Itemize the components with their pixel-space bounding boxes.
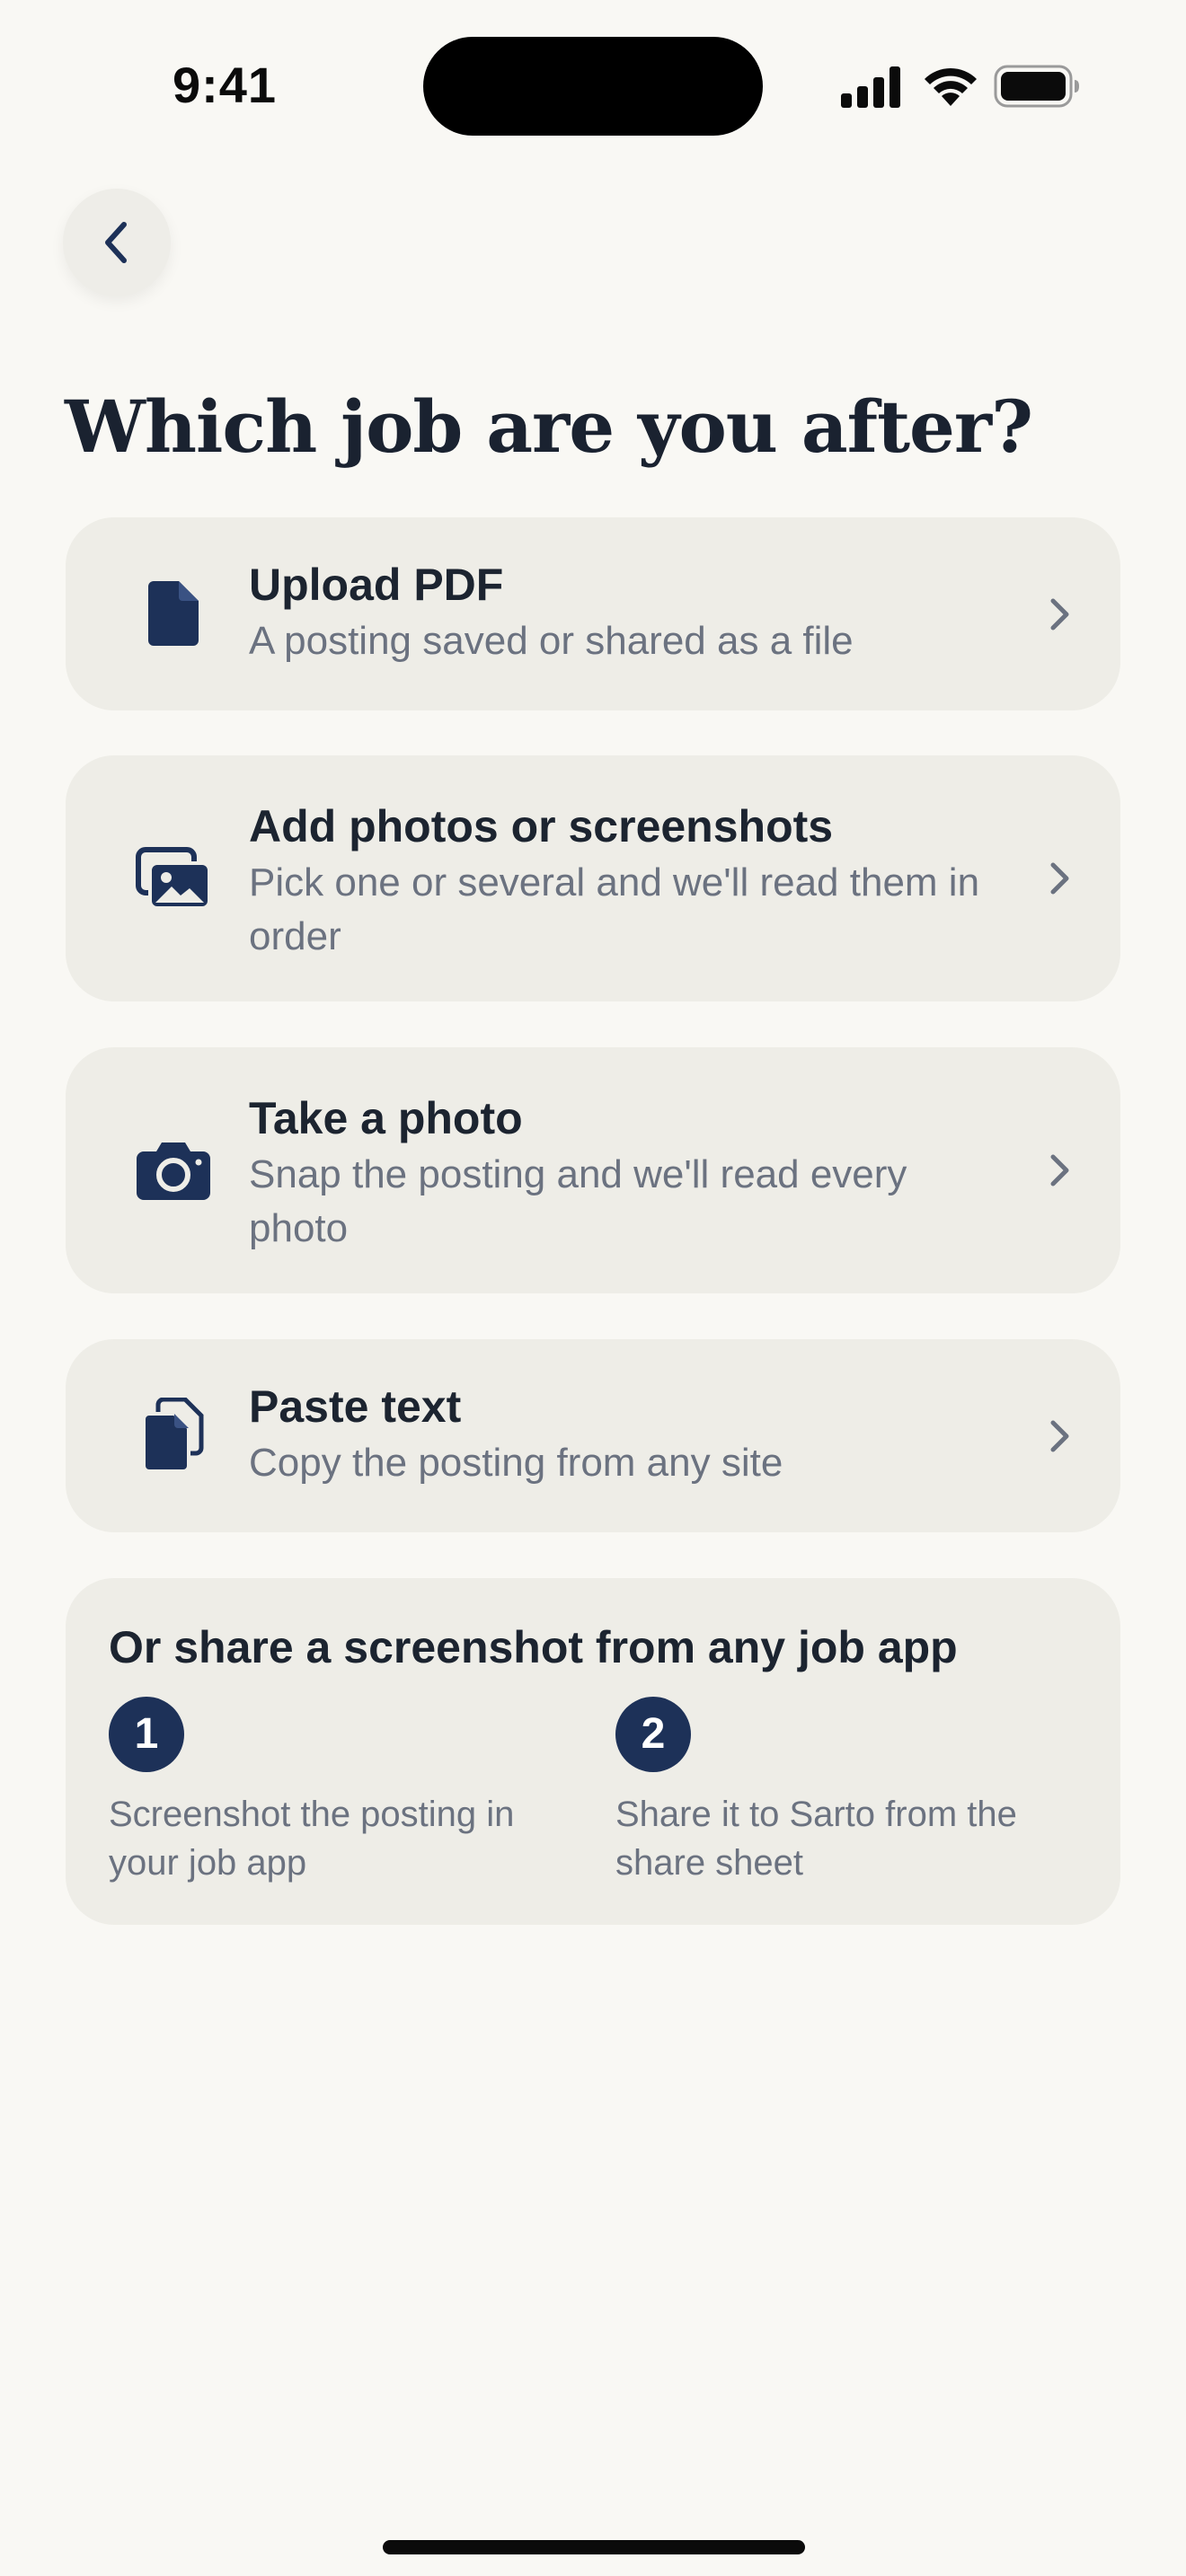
option-subtitle: Pick one or several and we'll read them … [249,860,980,958]
paste-icon [119,1381,227,1489]
share-instructions-panel: Or share a screenshot from any job app 1… [66,1578,1120,1925]
home-indicator[interactable] [383,2540,805,2554]
chevron-right-icon [1050,1420,1069,1452]
option-title: Paste text [249,1381,462,1432]
share-title: Or share a screenshot from any job app [109,1622,958,1672]
status-icons [839,63,1080,110]
take-photo-option[interactable]: Take a photo Snap the posting and we'll … [66,1047,1120,1293]
add-photos-option[interactable]: Add photos or screenshots Pick one or se… [66,755,1120,1001]
step-text: Screenshot the posting in your job app [109,1795,515,1883]
page-title: Which job are you after? [65,384,1033,469]
option-subtitle: Copy the posting from any site [249,1441,783,1485]
share-step: 1 Screenshot the posting in your job app [109,1697,558,1887]
paste-text-option[interactable]: Paste text Copy the posting from any sit… [66,1339,1120,1532]
chevron-right-icon [1050,862,1069,895]
step-text: Share it to Sarto from the share sheet [615,1795,1017,1883]
option-subtitle: A posting saved or shared as a file [249,619,854,663]
cellular-signal-icon [841,66,900,108]
dynamic-island [423,37,763,136]
battery-icon [994,65,1079,108]
chevron-right-icon [1050,598,1069,631]
photo-stack-icon [119,825,227,932]
back-button[interactable] [63,189,171,296]
option-subtitle: Snap the posting and we'll read every ph… [249,1152,907,1250]
wifi-icon [925,67,977,106]
share-step: 2 Share it to Sarto from the share sheet [615,1697,1065,1887]
camera-icon [119,1116,227,1224]
option-title: Take a photo [249,1093,523,1143]
option-title: Upload PDF [249,560,504,610]
upload-pdf-option[interactable]: Upload PDF A posting saved or shared as … [66,517,1120,710]
step-number-badge: 2 [615,1697,691,1772]
option-title: Add photos or screenshots [249,801,834,851]
chevron-right-icon [1050,1154,1069,1187]
chevron-left-icon [105,222,127,263]
status-time: 9:41 [172,57,278,113]
step-number-badge: 1 [109,1697,184,1772]
document-icon [119,560,227,667]
